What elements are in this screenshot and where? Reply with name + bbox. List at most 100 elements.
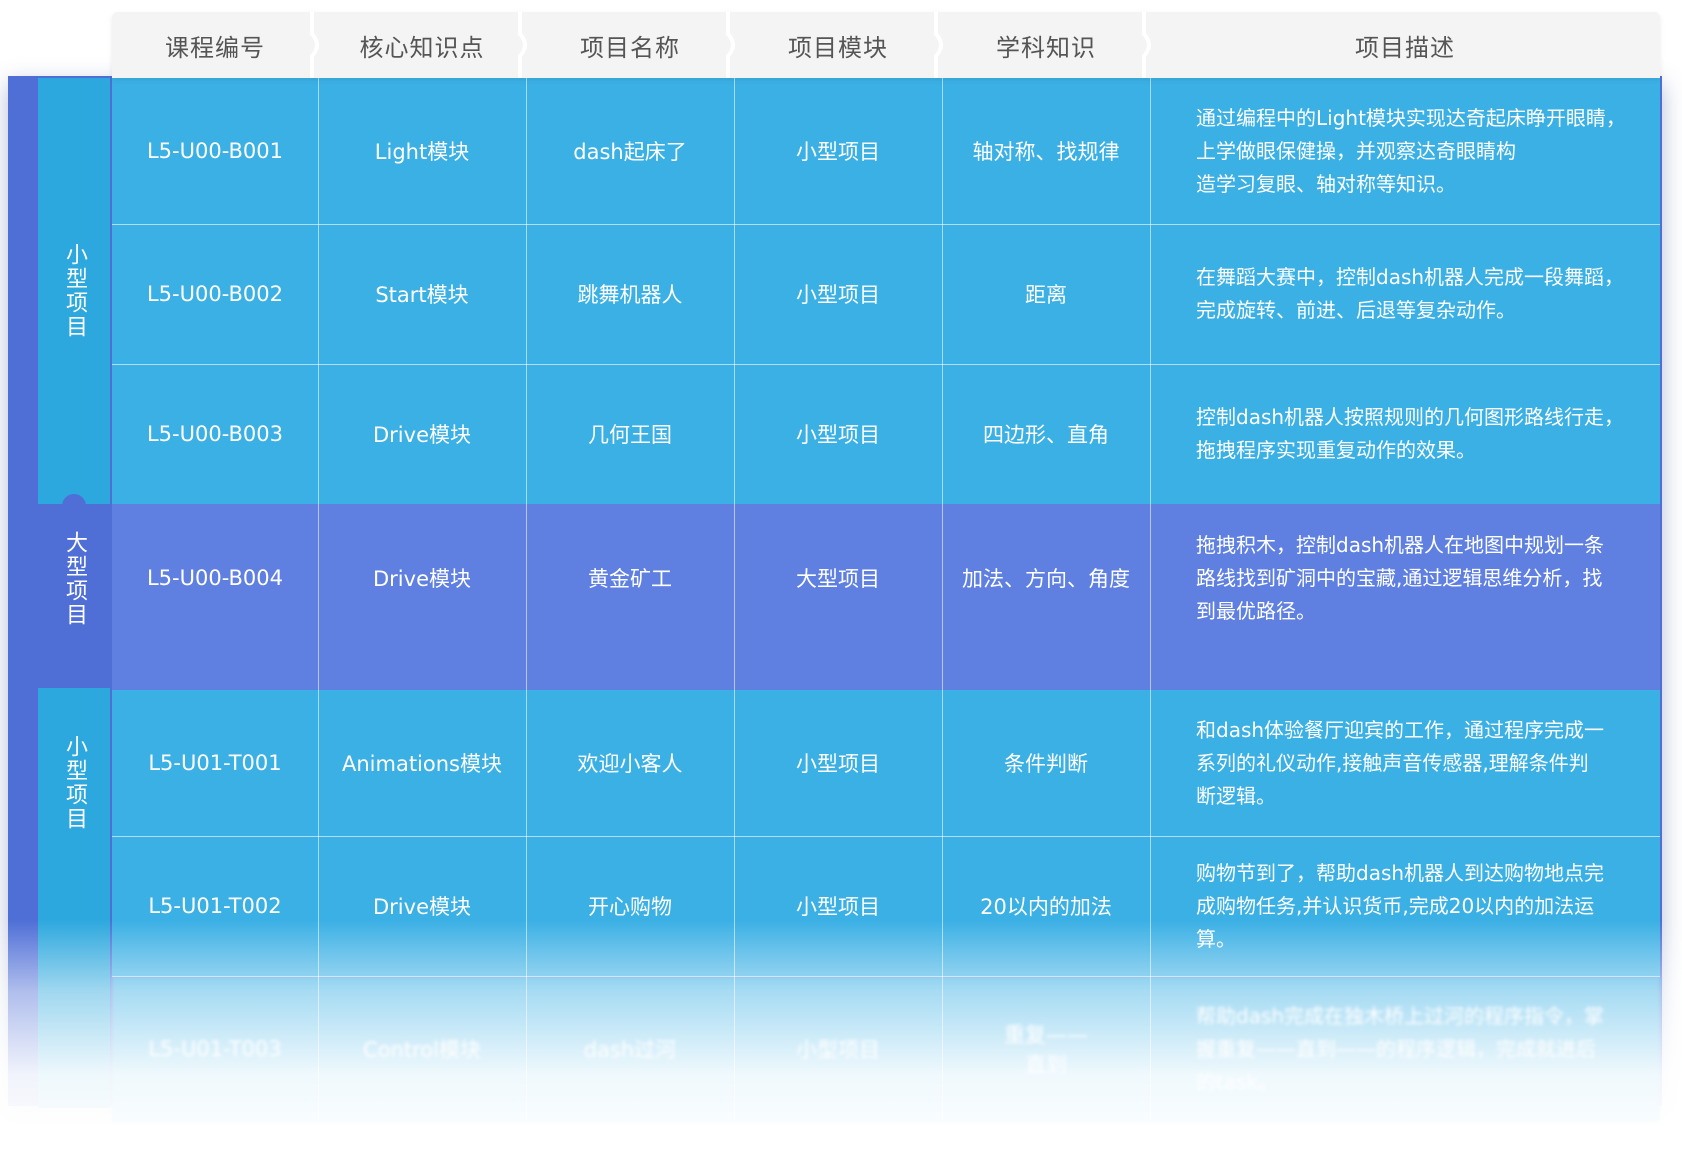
cell-text: Drive模块 (373, 567, 471, 591)
cell-desc: 拖拽积木，控制dash机器人在地图中规划一条 路线找到矿洞中的宝藏,通过逻辑思维分… (1150, 504, 1660, 652)
course-table-graphic: 小型项目 大型项目 小型项目 L5-U00-B001 Light模块 dash起床了… (0, 0, 1682, 1158)
header-cell-2: 核心知识点 (359, 33, 485, 62)
cell-text: Control模块 (363, 1038, 481, 1062)
group-label-small-2: 小型项目 (38, 688, 110, 1108)
cell-name: dash起床了 (526, 78, 734, 224)
tab-notch (62, 640, 86, 664)
cell-text: L5-U00-B002 (146, 282, 284, 306)
cell-module: 小型项目 (734, 836, 942, 976)
cell-text: L5-U00-B001 (146, 139, 284, 163)
cell-text: 开心购物 (588, 895, 672, 919)
cell-subject: 条件判断 (942, 690, 1150, 836)
cell-text: Animations模块 (341, 752, 502, 776)
cell-text: L5-U00-B004 (146, 566, 284, 590)
cell-text: Light模块 (374, 140, 470, 164)
table-row: L5-U00-B003 Drive模块 几何王国 小型项目 四边形、直角 控制dash机器… (112, 364, 1660, 504)
description-line: 通过编程中的Light模块实现达奇起床睁开眼睛， (1196, 105, 1626, 130)
cell-knowledge: Light模块 (318, 78, 526, 224)
cell-text: L5-U01-T002 (148, 894, 282, 918)
description-line: 上学做眼保健操，并观察达奇眼睛构 (1196, 138, 1516, 163)
cell-text: Drive模块 (373, 423, 471, 447)
cell-subject: 20以内的加法 (942, 836, 1150, 976)
table-header: 课程编号 核心知识点 项目名称 项目模块 学科知识 项目描述 (112, 12, 1660, 78)
cell-desc: 在舞蹈大赛中，控制dash机器人完成一段舞蹈， 完成旋转、前进、后退等复杂动作。 (1150, 224, 1660, 364)
cell-text: L5-U01-T001 (148, 751, 282, 775)
cell-text: 小型项目 (796, 752, 880, 776)
cell-desc: 购物节到了，帮助dash机器人到达购物地点完 成购物任务,并认识货币,完成20以内… (1150, 836, 1660, 976)
cell-desc: 帮助dash完成在独木桥上过河的程序指令，掌 握重复——直到——的程序逻辑，完成就… (1150, 976, 1660, 1122)
description-line: 断逻辑。 (1196, 783, 1276, 808)
cell-text: 小型项目 (796, 895, 880, 919)
description-line: 算。 (1196, 926, 1236, 951)
group-label-large: 大型项目 (62, 531, 87, 627)
cell-text: Start模块 (375, 283, 469, 307)
description-line: 和dash体验餐厅迎宾的工作，通过程序完成一 (1196, 717, 1605, 742)
column-divider (1150, 78, 1151, 1122)
cell-knowledge: Drive模块 (318, 836, 526, 976)
cell-text: dash过河 (583, 1038, 677, 1062)
header-cell-3: 项目名称 (580, 33, 680, 62)
cell-text: 轴对称、找规律 (972, 140, 1120, 164)
table-body: L5-U00-B001 Light模块 dash起床了 小型项目 轴对称、找规律 通过编程… (112, 78, 1660, 1122)
cell-subject: 重复—— 直到 (942, 976, 1150, 1122)
description-line: 造学习复眼、轴对称等知识。 (1196, 171, 1456, 196)
description-line: 完成旋转、前进、后退等复杂动作。 (1196, 298, 1516, 322)
column-divider (526, 78, 527, 1122)
cell-knowledge: Start模块 (318, 224, 526, 364)
cell-name: 黄金矿工 (526, 504, 734, 652)
cell-knowledge: Drive模块 (318, 504, 526, 652)
cell-desc: 和dash体验餐厅迎宾的工作，通过程序完成一 系列的礼仪动作,接触声音传感器,理解… (1150, 690, 1660, 836)
row-spacer (112, 652, 1660, 690)
column-divider (318, 78, 319, 1122)
cell-text: 小型项目 (796, 283, 880, 307)
cell-desc: 通过编程中的Light模块实现达奇起床睁开眼睛， 上学做眼保健操，并观察达奇眼睛构… (1150, 78, 1660, 224)
cell-module: 小型项目 (734, 78, 942, 224)
row-divider (112, 224, 1660, 225)
cell-subject: 距离 (942, 224, 1150, 364)
cell-name: 欢迎小客人 (526, 690, 734, 836)
cell-text: 小型项目 (796, 423, 880, 447)
description-line: 成购物任务,并认识货币,完成20以内的加法运 (1196, 893, 1595, 918)
cell-text: 距离 (1025, 283, 1067, 307)
table-row: L5-U00-B001 Light模块 dash起床了 小型项目 轴对称、找规律 通过编程… (112, 78, 1660, 224)
cell-text: L5-U00-B003 (146, 422, 284, 446)
header-cell-6: 项目描述 (1355, 33, 1455, 62)
table-row: L5-U01-T002 Drive模块 开心购物 小型项目 20以内的加法 购物节到了，帮… (112, 836, 1660, 976)
cell-subject: 加法、方向、角度 (942, 504, 1150, 652)
cell-text: 加法、方向、角度 (962, 567, 1130, 591)
cell-module: 小型项目 (734, 224, 942, 364)
cell-text: 欢迎小客人 (577, 752, 683, 776)
cell-code: L5-U00-B002 (112, 224, 318, 364)
table-row: L5-U01-T001 Animations模块 欢迎小客人 小型项目 条件判断 和das… (112, 690, 1660, 836)
description-line: 在舞蹈大赛中，控制dash机器人完成一段舞蹈， (1196, 265, 1625, 289)
cell-code: L5-U00-B003 (112, 364, 318, 504)
cell-text: 条件判断 (1004, 752, 1088, 776)
cell-text: 四边形、直角 (983, 423, 1109, 447)
description-text: 通过编程中的Light模块实现达奇起床睁开眼睛， 上学做眼保健操，并观察达奇眼睛构… (1196, 102, 1626, 201)
cell-subject: 轴对称、找规律 (942, 78, 1150, 224)
cell-knowledge: Animations模块 (318, 690, 526, 836)
cell-text: 小型项目 (796, 140, 880, 164)
column-divider (942, 78, 943, 1122)
group-label-small-1: 小型项目 (38, 78, 110, 504)
cell-name: 跳舞机器人 (526, 224, 734, 364)
cell-code: L5-U00-B001 (112, 78, 318, 224)
header-cell-1: 课程编号 (165, 33, 265, 62)
cell-text: 重复—— 直到 (1004, 1023, 1088, 1077)
cell-code: L5-U01-T003 (112, 976, 318, 1122)
cell-name: dash过河 (526, 976, 734, 1122)
description-line: 到最优路径。 (1196, 598, 1316, 623)
row-divider (112, 364, 1660, 365)
cell-text: 大型项目 (796, 567, 880, 591)
description-line: 系列的礼仪动作,接触声音传感器,理解条件判 (1196, 750, 1589, 775)
row-divider (112, 836, 1660, 837)
description-line: 控制dash机器人按照规则的几何图形路线行走， (1196, 405, 1625, 429)
description-text: 拖拽积木，控制dash机器人在地图中规划一条 路线找到矿洞中的宝藏,通过逻辑思维分… (1196, 529, 1604, 628)
cell-text: L5-U01-T003 (148, 1037, 282, 1061)
description-text: 和dash体验餐厅迎宾的工作，通过程序完成一 系列的礼仪动作,接触声音传感器,理解… (1196, 714, 1604, 813)
cell-code: L5-U00-B004 (112, 504, 318, 652)
description-line: 购物节到了，帮助dash机器人到达购物地点完 (1196, 860, 1605, 885)
header-cell-4: 项目模块 (788, 33, 888, 62)
cell-name: 几何王国 (526, 364, 734, 504)
cell-code: L5-U01-T001 (112, 690, 318, 836)
